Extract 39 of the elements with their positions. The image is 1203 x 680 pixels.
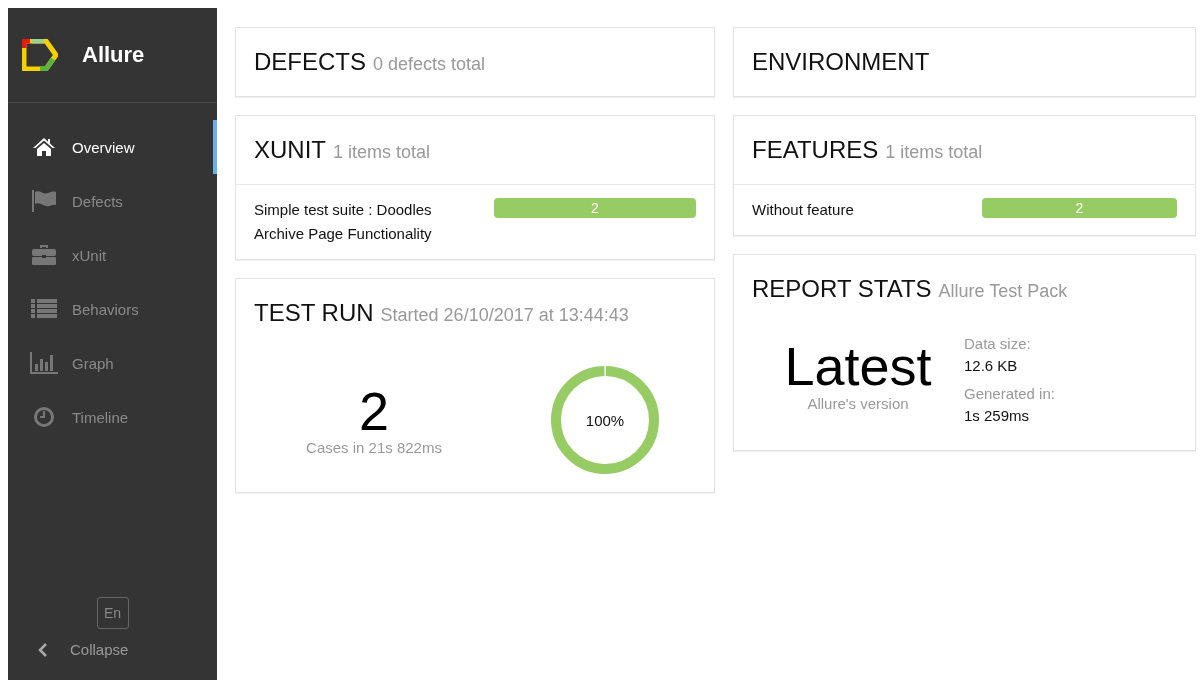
chevron-left-icon <box>38 642 48 657</box>
percent-label: 100% <box>585 411 625 428</box>
widget-subtitle: Allure Test Pack <box>938 281 1068 302</box>
widget-title: ENVIRONMENT <box>752 48 930 76</box>
duration-text: Cases in 21s 822ms <box>305 439 443 456</box>
widget-title: DEFECTS <box>254 48 366 76</box>
status-bar: 2 <box>982 198 1177 218</box>
widget-title: XUNIT <box>254 136 326 164</box>
status-bar: 2 <box>494 198 696 218</box>
suite-name: Simple test suite : Doodles Archive Page Functionality <box>254 200 433 244</box>
stat-value: 1s 259ms <box>964 406 1031 426</box>
collapse-button[interactable]: Collapse <box>8 641 217 658</box>
nav-item[interactable]: Graph <box>8 336 217 390</box>
stat-label: Generated in: <box>964 384 1055 404</box>
widget-subtitle: Started 26/10/2017 at 13:44:43 <box>380 305 629 326</box>
widget-title: REPORT STATS <box>752 275 932 303</box>
list-icon <box>30 299 58 319</box>
nav-item[interactable]: Defects <box>8 174 217 228</box>
widget-title: TEST RUN <box>254 299 374 327</box>
version-text: Latest <box>783 337 933 395</box>
case-count: 2 <box>357 383 390 439</box>
bar-chart-icon <box>30 352 58 374</box>
nav-item[interactable]: xUnit <box>8 228 217 282</box>
stat-label: Data size: <box>964 334 1032 354</box>
logo-icon <box>22 39 58 71</box>
brand-name: Allure <box>82 42 145 68</box>
widget-subtitle: 1 items total <box>885 142 983 163</box>
briefcase-icon <box>30 244 58 266</box>
language-button[interactable]: En <box>96 597 129 629</box>
widget-title: FEATURES <box>752 136 879 164</box>
version-label: Allure's version <box>806 395 910 412</box>
nav-item[interactable]: Timeline <box>8 390 217 444</box>
stat-value: 12.6 KB <box>964 356 1019 376</box>
nav-item[interactable]: Behaviors <box>8 282 217 336</box>
nav-item[interactable]: Overview <box>8 120 217 174</box>
widget-subtitle: 1 items total <box>333 142 431 163</box>
suite-name: Without feature <box>752 200 855 220</box>
flag-icon <box>30 190 58 212</box>
widget-subtitle: 0 defects total <box>373 54 486 75</box>
